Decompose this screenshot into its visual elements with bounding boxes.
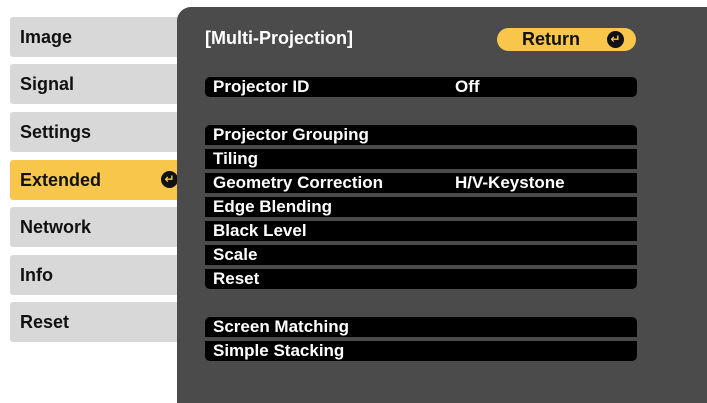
- menu-item-label: Reset: [213, 269, 260, 288]
- sidebar-item-label: Network: [20, 217, 92, 237]
- menu-item-label: Scale: [213, 245, 258, 264]
- menu-item-label: Edge Blending: [213, 197, 332, 216]
- menu-item-label: Simple Stacking: [213, 341, 345, 360]
- menu-item-label: Projector Grouping: [213, 125, 369, 144]
- sidebar-item-label: Extended: [20, 170, 102, 190]
- sidebar-item-label: Reset: [20, 312, 70, 332]
- menu-item-label: Geometry Correction: [213, 173, 384, 192]
- menu-item-reset[interactable]: Reset: [205, 269, 637, 289]
- sidebar-item-info[interactable]: Info: [10, 255, 182, 295]
- menu-item-geometry-correction[interactable]: Geometry Correction H/V-Keystone: [205, 173, 637, 193]
- menu-item-edge-blending[interactable]: Edge Blending: [205, 197, 637, 217]
- menu-item-simple-stacking[interactable]: Simple Stacking: [205, 341, 637, 361]
- sidebar-item-label: Settings: [20, 122, 92, 142]
- sidebar-item-signal[interactable]: Signal: [10, 64, 182, 104]
- menu-item-black-level[interactable]: Black Level: [205, 221, 637, 241]
- enter-return-icon: ↵: [161, 171, 178, 188]
- menu-item-label: Black Level: [213, 221, 307, 240]
- sidebar-item-label: Signal: [20, 74, 75, 94]
- sidebar-item-image[interactable]: Image: [10, 17, 182, 57]
- menu-item-label: Screen Matching: [213, 317, 350, 336]
- page-title: [Multi-Projection]: [205, 28, 353, 48]
- menu-item-projector-id[interactable]: Projector ID Off: [205, 77, 637, 97]
- sidebar-item-extended[interactable]: Extended ↵: [10, 160, 190, 200]
- sidebar-item-reset[interactable]: Reset: [10, 302, 182, 342]
- sidebar-item-label: Info: [20, 265, 53, 285]
- menu-item-screen-matching[interactable]: Screen Matching: [205, 317, 637, 337]
- menu-item-label: Tiling: [213, 149, 259, 168]
- sidebar-item-settings[interactable]: Settings: [10, 112, 182, 152]
- menu-item-value: Off: [455, 77, 480, 96]
- sidebar-item-label: Image: [20, 27, 73, 47]
- menu-item-scale[interactable]: Scale: [205, 245, 637, 265]
- return-button[interactable]: Return ↵: [497, 28, 636, 51]
- menu-item-value: H/V-Keystone: [455, 173, 565, 192]
- enter-return-icon: ↵: [607, 31, 624, 48]
- return-button-label: Return: [522, 29, 580, 49]
- multi-projection-panel: [Multi-Projection] Return ↵ Projector ID…: [177, 7, 707, 403]
- menu-item-tiling[interactable]: Tiling: [205, 149, 637, 169]
- menu-item-label: Projector ID: [213, 77, 310, 96]
- sidebar-item-network[interactable]: Network: [10, 207, 182, 247]
- menu-item-projector-grouping[interactable]: Projector Grouping: [205, 125, 637, 145]
